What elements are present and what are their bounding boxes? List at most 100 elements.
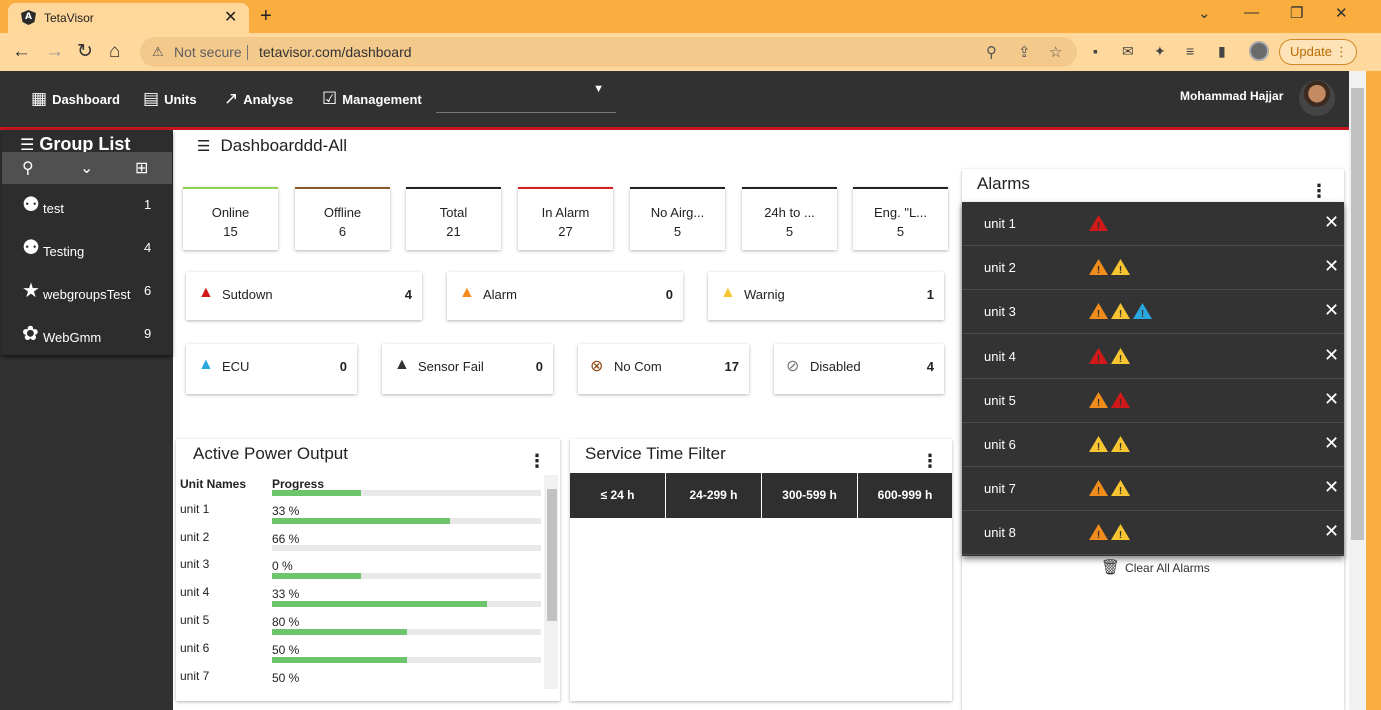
alarm-orange-warning-icon: ! [1089,480,1108,497]
alarm-row[interactable]: unit 6!! ✕ [962,423,1344,467]
dismiss-alarm-icon[interactable]: ✕ [1324,433,1339,454]
nav-management[interactable]: ☑ Management [322,89,422,109]
tab-title: TetaVisor [44,11,94,25]
profile-avatar-icon[interactable] [1249,41,1269,61]
share-icon[interactable]: ⇪ [1018,43,1031,61]
update-button[interactable]: Update ⋮ [1279,39,1357,65]
power-row: unit 2 66 % [176,518,546,558]
page-scrollbar-thumb[interactable] [1351,88,1364,540]
zoom-icon[interactable]: ⚲ [986,43,997,61]
palette-icon: ✿ [22,323,39,345]
filter-300-599h-button[interactable]: 300-599 h [762,473,857,518]
progress-bar [272,601,541,607]
stat-card-24h[interactable]: 24h to ... 5 [742,187,837,250]
alarm-row[interactable]: unit 3!!! ✕ [962,290,1344,335]
dismiss-alarm-icon[interactable]: ✕ [1324,477,1339,498]
group-icon: ⚉ [22,194,40,216]
status-card-ecu[interactable]: ▲ ECU 0 [186,344,357,394]
tab-close-icon[interactable]: ✕ [224,7,237,27]
search-icon[interactable]: ⚲ [22,158,34,178]
active-power-panel: Active Power Output ⋮ Unit Names Progres… [176,439,560,701]
group-item-test[interactable]: ⚉ test 1 [2,185,172,228]
dismiss-alarm-icon[interactable]: ✕ [1324,212,1339,233]
back-icon[interactable]: ← [12,42,31,61]
chevron-down-icon[interactable]: ⌄ [80,158,93,178]
dismiss-alarm-icon[interactable]: ✕ [1324,389,1339,410]
puzzle-extensions-icon[interactable]: ✦ [1154,43,1166,60]
new-tab-icon[interactable]: + [260,5,272,28]
status-card-alarm[interactable]: ▲ Alarm 0 [447,272,683,320]
side-panel-icon[interactable]: ▮ [1218,43,1226,60]
group-item-testing[interactable]: ⚉ Testing 4 [2,228,172,271]
extension-icon[interactable]: ▪ [1093,43,1098,59]
dismiss-alarm-icon[interactable]: ✕ [1324,300,1339,321]
alarm-row[interactable]: unit 2!! ✕ [962,246,1344,291]
status-card-disabled[interactable]: ⊘ Disabled 4 [774,344,944,394]
star-icon: ★ [22,280,40,302]
group-item-webgmm[interactable]: ✿ WebGmm 9 [2,314,172,357]
list-icon: ☰ [197,138,211,155]
power-scrollbar-thumb[interactable] [547,489,557,621]
stat-card-total[interactable]: Total 21 [406,187,501,250]
dismiss-alarm-icon[interactable]: ✕ [1324,345,1339,366]
more-vert-icon[interactable]: ⋮ [528,451,546,472]
not-secure-warning-icon[interactable]: ⚠ [152,44,164,60]
more-vert-icon[interactable]: ⋮ [1310,181,1328,202]
stat-card-eng[interactable]: Eng. "L... 5 [853,187,948,250]
alarm-unit-name: unit 6 [984,437,1016,452]
not-secure-label[interactable]: Not secure [174,44,242,60]
stat-card-online[interactable]: Online 15 [183,187,278,250]
filter-under-24h-button[interactable]: ≤ 24 h [570,473,665,518]
minimize-icon[interactable]: — [1244,4,1259,21]
user-name[interactable]: Mohammad Hajjar [1180,89,1283,103]
more-vert-icon[interactable]: ⋮ [921,451,939,472]
power-row: unit 5 80 % [176,601,546,641]
alarm-row[interactable]: unit 5!! ✕ [962,379,1344,423]
dismiss-alarm-icon[interactable]: ✕ [1324,521,1339,542]
nav-dashboard[interactable]: ▦ Dashboard [31,89,120,109]
stat-card-no-airgap[interactable]: No Airg... 5 [630,187,725,250]
alarm-row[interactable]: unit 7!! ✕ [962,467,1344,512]
alarm-row[interactable]: unit 1! ✕ [962,202,1344,246]
clear-all-alarms-button[interactable]: 🗑 Clear All Alarms [1101,558,1210,576]
user-avatar[interactable] [1299,80,1335,116]
status-card-warning[interactable]: ▲ Warnig 1 [708,272,944,320]
window-close-icon[interactable]: ✕ [1335,4,1348,22]
filter-24-299h-button[interactable]: 24-299 h [666,473,761,518]
nav-analyse[interactable]: ↗ Analyse [224,89,293,109]
nav-units[interactable]: ▤ Units [143,89,197,109]
warning-red-icon: ▲ [198,284,214,301]
svg-text:!: ! [1119,354,1122,365]
stat-card-offline[interactable]: Offline 6 [295,187,390,250]
browser-toolbar: ← → ↻ ⌂ ⚠ Not secure tetavisor.com/dashb… [0,33,1381,71]
home-icon[interactable]: ⌂ [109,42,120,61]
status-card-sensor-fail[interactable]: ▲ Sensor Fail 0 [382,344,553,394]
mail-icon[interactable]: ✉ [1122,43,1134,60]
stat-card-in-alarm[interactable]: In Alarm 27 [518,187,613,250]
media-control-icon[interactable]: ≡ [1186,43,1194,59]
status-card-no-com[interactable]: ⊗ No Com 17 [578,344,749,394]
bookmark-star-icon[interactable]: ☆ [1049,43,1062,61]
alarm-yellow-warning-icon: ! [1111,480,1130,497]
power-row: unit 1 33 % [176,490,546,530]
dismiss-alarm-icon[interactable]: ✕ [1324,256,1339,277]
page-title: ☰ Dashboarddd-All [197,136,348,155]
filter-600-999h-button[interactable]: 600-999 h [858,473,952,518]
forward-icon[interactable]: → [45,42,64,61]
alarm-row[interactable]: unit 8!! ✕ [962,511,1344,556]
url-text[interactable]: tetavisor.com/dashboard [259,44,412,60]
dashboard-select[interactable]: ▼ [436,83,616,113]
group-item-webgroupstest[interactable]: ★ webgroupsTest 6 [2,271,172,314]
tab-search-chevron-icon[interactable]: ⌄ [1198,4,1211,22]
reload-icon[interactable]: ↻ [77,42,93,61]
alarm-yellow-warning-icon: ! [1111,259,1130,276]
restore-icon[interactable]: ❐ [1290,4,1303,22]
status-card-shutdown[interactable]: ▲ Sutdown 4 [186,272,422,320]
browser-tab[interactable]: A TetaVisor ✕ [8,3,249,33]
svg-text:!: ! [1097,530,1100,541]
address-bar[interactable]: ⚠ Not secure tetavisor.com/dashboard ⚲ ⇪… [140,37,1077,67]
svg-text:!: ! [1119,486,1122,497]
add-group-icon[interactable]: ⊞ [135,158,148,178]
alarm-row[interactable]: unit 4!! ✕ [962,335,1344,379]
disabled-icon: ⊘ [786,358,800,375]
